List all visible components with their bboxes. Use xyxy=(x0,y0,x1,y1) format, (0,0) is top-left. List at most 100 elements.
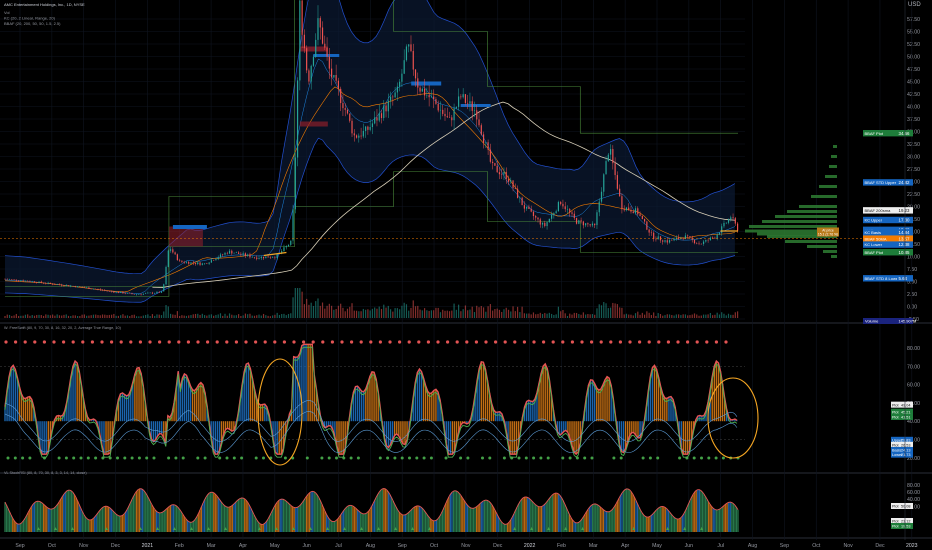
volume-bar xyxy=(310,302,312,318)
time-tick-label: Feb xyxy=(175,543,184,549)
signal-dot-red xyxy=(282,340,286,344)
trading-chart[interactable]: 57.50 55.00 52.50 50.00 47.50 45.00 42.50 40.00… xyxy=(0,0,932,550)
candle-body xyxy=(253,257,256,258)
volume-bar xyxy=(312,305,315,318)
candle-body xyxy=(27,280,29,282)
signal-dot-green xyxy=(225,456,229,460)
volume-bar xyxy=(414,306,417,318)
candle-body xyxy=(709,237,711,241)
volume-bar xyxy=(253,315,256,318)
price-tick-label: 37.50 xyxy=(907,117,920,123)
volume-bar xyxy=(351,303,353,318)
candle-body xyxy=(108,290,110,292)
candle-body xyxy=(113,291,115,293)
candle-body xyxy=(47,282,49,284)
signal-dot-red xyxy=(638,340,642,344)
volume-bar xyxy=(378,306,380,318)
candle-body xyxy=(265,256,267,259)
signal-dot-red xyxy=(532,340,536,344)
signal-dot-red xyxy=(503,340,507,344)
candle-body xyxy=(507,179,510,182)
signal-dot-red xyxy=(129,340,133,344)
volume-bar xyxy=(8,314,11,318)
volume-bar xyxy=(582,312,584,318)
volume-profile-bar xyxy=(787,210,837,213)
candle-body xyxy=(272,257,274,258)
signal-dot-red xyxy=(215,340,219,344)
candle-body xyxy=(408,44,410,47)
price-tick-label: 40.00 xyxy=(907,105,920,111)
volume-bar xyxy=(530,314,532,318)
volume-bar xyxy=(331,305,333,318)
signal-dot-red xyxy=(599,340,603,344)
candle-body xyxy=(417,78,419,88)
indicator1-badge-value: 49.04 xyxy=(901,403,911,407)
candle-body xyxy=(131,293,133,295)
signal-dot-red xyxy=(359,340,363,344)
signal-dot-green xyxy=(561,456,565,460)
volume-bar xyxy=(231,314,233,318)
volume-bar xyxy=(206,315,208,318)
candle-body xyxy=(591,223,594,226)
signal-dot-red xyxy=(292,340,296,344)
signal-dot-red xyxy=(484,340,488,344)
signal-dot-green xyxy=(546,456,550,460)
candle-body xyxy=(385,105,387,112)
candle-body xyxy=(142,293,144,295)
volume-bar xyxy=(480,305,482,318)
volume-bar xyxy=(228,313,231,318)
volume-bar xyxy=(52,314,54,318)
volume-profile-bar xyxy=(819,185,837,188)
signal-dot-green xyxy=(590,456,594,460)
volume-profile-bar xyxy=(811,195,837,198)
candle-body xyxy=(317,18,319,40)
candle-body xyxy=(673,238,675,241)
volume-bar xyxy=(716,312,718,318)
volume-profile-bar xyxy=(825,175,837,178)
candle-body xyxy=(428,95,430,98)
candle-body xyxy=(723,222,725,227)
candle-body xyxy=(448,117,451,118)
volume-bar xyxy=(276,312,278,318)
signal-dot-red xyxy=(62,340,66,344)
volume-bar xyxy=(299,288,301,318)
candle-body xyxy=(546,222,548,227)
volume-bar xyxy=(571,314,573,318)
price-tick-label: 0.00 xyxy=(907,305,917,311)
indicator2-tick: 40.00 xyxy=(907,497,920,503)
volume-bar xyxy=(562,310,564,318)
candle-body xyxy=(718,232,721,235)
time-tick-label: Mar xyxy=(207,543,216,549)
volume-bar xyxy=(668,314,671,318)
volume-bar xyxy=(730,314,732,318)
volume-bar xyxy=(355,310,358,318)
signal-dot-red xyxy=(609,340,613,344)
signal-dot-green xyxy=(232,456,236,460)
candle-body xyxy=(172,249,174,253)
candle-body xyxy=(176,254,178,261)
volume-bar xyxy=(736,311,739,318)
volume-bar xyxy=(628,314,630,318)
volume-bar xyxy=(566,315,569,318)
candle-body xyxy=(104,290,106,291)
volume-bar xyxy=(598,304,600,318)
volume-profile-bar xyxy=(833,145,837,148)
candle-body xyxy=(387,100,389,112)
volume-bar xyxy=(181,315,183,318)
candle-body xyxy=(582,221,584,226)
candle-body xyxy=(362,130,364,137)
volume-bar xyxy=(72,315,74,318)
candle-body xyxy=(473,110,476,111)
volume-bar xyxy=(734,312,736,318)
signal-dot-red xyxy=(628,340,632,344)
volume-bar xyxy=(544,312,546,318)
signal-dot-red xyxy=(186,340,190,344)
candle-body xyxy=(133,294,135,295)
volume-bar xyxy=(49,315,51,318)
signal-dot-green xyxy=(568,456,572,460)
candle-body xyxy=(458,96,460,107)
volume-bar xyxy=(405,304,408,318)
signal-dot-red xyxy=(686,340,690,344)
price-tick-label: 27.50 xyxy=(907,167,920,173)
signal-dot-red xyxy=(4,340,8,344)
